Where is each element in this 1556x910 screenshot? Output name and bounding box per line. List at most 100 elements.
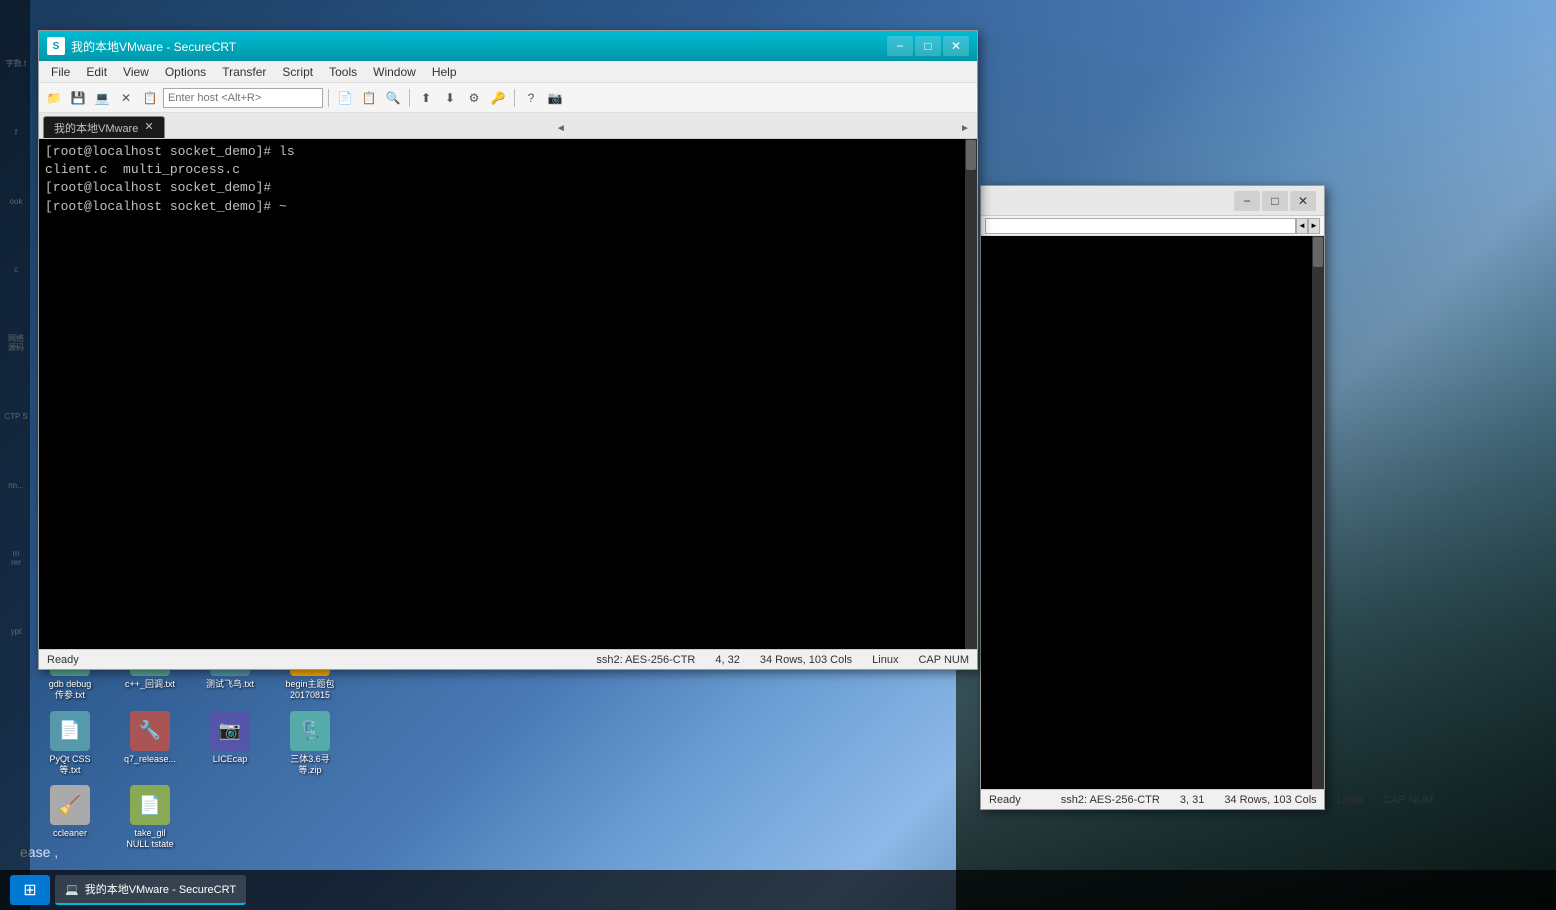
toolbar-btn-3[interactable]: 💻 (91, 87, 113, 109)
toolbar-btn-find[interactable]: 🔍 (382, 87, 404, 109)
second-window-controls: − □ ✕ (1234, 191, 1316, 211)
tab-nav-right[interactable]: ► (957, 118, 973, 138)
menu-transfer[interactable]: Transfer (214, 63, 274, 81)
scroll-thumb[interactable] (966, 140, 976, 170)
title-bar: S 我的本地VMware - SecureCRT − □ ✕ (39, 31, 977, 61)
maximize-button[interactable]: □ (915, 36, 941, 56)
second-status-position: 3, 31 (1180, 794, 1204, 806)
toolbar-sep-3 (514, 89, 515, 107)
desktop-icon-santi[interactable]: 🗜️ 三体3.6寻等.zip (275, 711, 345, 776)
second-terminal-bg (981, 236, 1324, 789)
cpp-label: c++_回调.txt (125, 679, 175, 690)
taskbar-app-icon: 💻 (65, 883, 79, 896)
test-label: 测试飞鸟.txt (206, 679, 254, 690)
toolbar-btn-settings[interactable]: ⚙ (463, 87, 485, 109)
app-icon: S (47, 37, 65, 55)
toolbar-btn-snap[interactable]: 📷 (544, 87, 566, 109)
menu-edit[interactable]: Edit (78, 63, 115, 81)
toolbar-btn-key[interactable]: 🔑 (487, 87, 509, 109)
q7-label: q7_release... (124, 754, 176, 765)
second-close-btn[interactable]: ✕ (1290, 191, 1316, 211)
second-securecrt-window: − □ ✕ ◄ ► Ready ssh2: AES-256-CTR 3, 31 … (980, 185, 1325, 810)
desktop-icon-ccleaner[interactable]: 🧹 ccleaner (35, 785, 105, 850)
menu-bar: File Edit View Options Transfer Script T… (39, 61, 977, 83)
tab-bar: 我的本地VMware ✕ ◄ ► (39, 113, 977, 139)
status-encryption: ssh2: AES-256-CTR (596, 654, 695, 666)
desktop-icon-licecap[interactable]: 📷 LICEcap (195, 711, 265, 776)
second-maximize-btn[interactable]: □ (1262, 191, 1288, 211)
toolbar-btn-paste[interactable]: 📋 (358, 87, 380, 109)
toolbar-btn-help[interactable]: ? (520, 87, 542, 109)
second-scroll-thumb[interactable] (1313, 237, 1323, 267)
ccleaner-icon: 🧹 (50, 785, 90, 825)
second-title-bar: − □ ✕ (981, 186, 1324, 216)
start-button[interactable]: ⊞ (10, 875, 50, 905)
menu-script[interactable]: Script (274, 63, 321, 81)
terminal-content[interactable]: [root@localhost socket_demo]# ls client.… (39, 139, 977, 649)
second-status-caps: CAP NUM (1383, 794, 1434, 806)
status-ready: Ready (47, 654, 79, 666)
toolbar-btn-5[interactable]: 📋 (139, 87, 161, 109)
tab-close-btn[interactable]: ✕ (144, 122, 153, 133)
securecrt-main-window: S 我的本地VMware - SecureCRT − □ ✕ File Edit… (38, 30, 978, 670)
menu-file[interactable]: File (43, 63, 78, 81)
menu-help[interactable]: Help (424, 63, 465, 81)
take-gil-icon: 📄 (130, 785, 170, 825)
status-bar: Ready ssh2: AES-256-CTR 4, 32 34 Rows, 1… (39, 649, 977, 669)
tab-label: 我的本地VMware (54, 120, 138, 136)
second-status-os: Linux (1337, 794, 1363, 806)
pyqt-label: PyQt CSS等.txt (49, 754, 90, 776)
toolbar-btn-upload[interactable]: ⬆ (415, 87, 437, 109)
menu-view[interactable]: View (115, 63, 157, 81)
toolbar-sep-2 (409, 89, 410, 107)
second-minimize-btn[interactable]: − (1234, 191, 1260, 211)
close-button[interactable]: ✕ (943, 36, 969, 56)
status-caps: CAP NUM (918, 654, 969, 666)
status-os: Linux (872, 654, 898, 666)
toolbar-sep-1 (328, 89, 329, 107)
toolbar-btn-4[interactable]: ✕ (115, 87, 137, 109)
taskbar: ⊞ 💻 我的本地VMware - SecureCRT (0, 870, 1556, 910)
second-status-dimensions: 34 Rows, 103 Cols (1224, 794, 1316, 806)
second-scroll-left[interactable]: ◄ (1296, 218, 1308, 234)
menu-options[interactable]: Options (157, 63, 214, 81)
window-controls: − □ ✕ (887, 36, 969, 56)
desktop-icon-take-gil[interactable]: 📄 take_gilNULL tstate (115, 785, 185, 850)
terminal-container[interactable]: [root@localhost socket_demo]# ls client.… (39, 139, 977, 649)
tab-nav-left[interactable]: ◄ (553, 118, 569, 138)
status-dimensions: 34 Rows, 103 Cols (760, 654, 852, 666)
taskbar-securecrt[interactable]: 💻 我的本地VMware - SecureCRT (55, 875, 246, 905)
toolbar-btn-2[interactable]: 💾 (67, 87, 89, 109)
second-status-encryption: ssh2: AES-256-CTR (1061, 794, 1160, 806)
ccleaner-label: ccleaner (53, 828, 87, 839)
tab-main[interactable]: 我的本地VMware ✕ (43, 116, 165, 138)
second-terminal[interactable] (981, 236, 1324, 789)
minimize-button[interactable]: − (887, 36, 913, 56)
pyqt-icon: 📄 (50, 711, 90, 751)
take-gil-label: take_gilNULL tstate (126, 828, 173, 850)
second-input-bar: ◄ ► (981, 216, 1324, 236)
menu-tools[interactable]: Tools (321, 63, 365, 81)
window-title: 我的本地VMware - SecureCRT (71, 38, 887, 55)
second-status-ready: Ready (989, 794, 1021, 806)
toolbar: 📁 💾 💻 ✕ 📋 📄 📋 🔍 ⬆ ⬇ ⚙ 🔑 ? 📷 (39, 83, 977, 113)
terminal-scrollbar[interactable] (965, 139, 977, 649)
toolbar-btn-download[interactable]: ⬇ (439, 87, 461, 109)
toolbar-btn-1[interactable]: 📁 (43, 87, 65, 109)
terminal-output: [root@localhost socket_demo]# ls client.… (45, 143, 971, 216)
santi-icon: 🗜️ (290, 711, 330, 751)
menu-window[interactable]: Window (365, 63, 424, 81)
status-position: 4, 32 (715, 654, 739, 666)
second-host-input[interactable] (985, 218, 1296, 234)
second-status-bar: Ready ssh2: AES-256-CTR 3, 31 34 Rows, 1… (981, 789, 1324, 809)
left-taskbar (0, 0, 30, 910)
desktop-icon-pyqt[interactable]: 📄 PyQt CSS等.txt (35, 711, 105, 776)
second-scroll-right[interactable]: ► (1308, 218, 1320, 234)
toolbar-btn-copy[interactable]: 📄 (334, 87, 356, 109)
santi-label: 三体3.6寻等.zip (290, 754, 330, 776)
desktop-icon-q7[interactable]: 🔧 q7_release... (115, 711, 185, 776)
host-input[interactable] (163, 88, 323, 108)
q7-icon: 🔧 (130, 711, 170, 751)
second-terminal-scrollbar[interactable] (1312, 236, 1324, 789)
gdb-label: gdb debug传参.txt (49, 679, 92, 701)
